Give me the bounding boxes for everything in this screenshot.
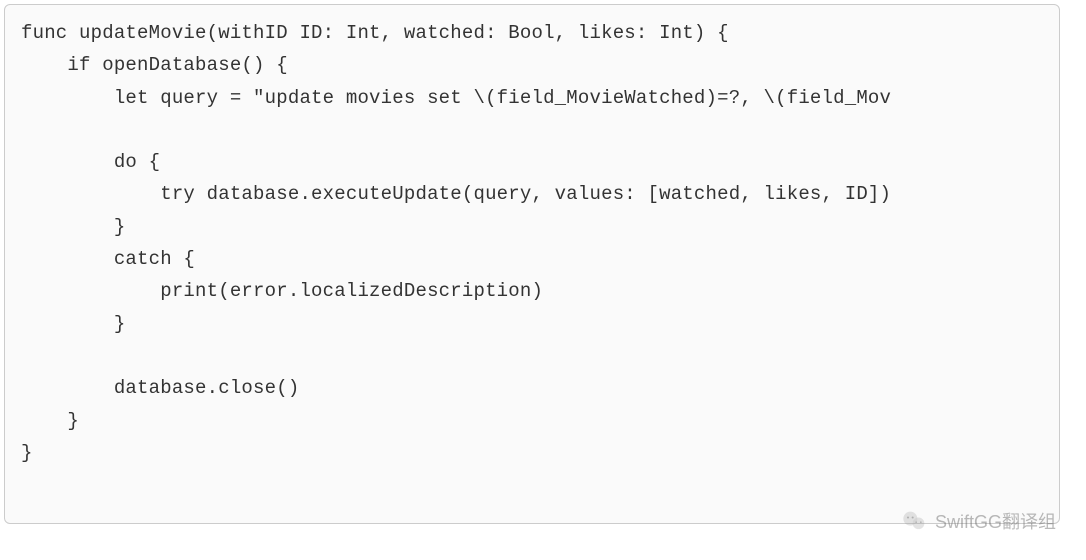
code-line: let query = "update movies set \(field_M…: [21, 87, 891, 109]
code-line: func updateMovie(withID ID: Int, watched…: [21, 22, 729, 44]
code-line: }: [21, 313, 125, 335]
code-content: func updateMovie(withID ID: Int, watched…: [21, 17, 1043, 469]
code-line: }: [21, 216, 125, 238]
code-line: if openDatabase() {: [21, 54, 288, 76]
code-line: database.close(): [21, 377, 299, 399]
watermark-text: SwiftGG翻译组: [935, 508, 1056, 534]
code-block-container: func updateMovie(withID ID: Int, watched…: [4, 4, 1060, 524]
code-line: try database.executeUpdate(query, values…: [21, 183, 891, 205]
code-line: do {: [21, 151, 160, 173]
code-line: catch {: [21, 248, 195, 270]
code-line: }: [21, 410, 79, 432]
wechat-icon: [901, 507, 929, 535]
watermark: SwiftGG翻译组: [901, 507, 1056, 535]
code-line: print(error.localizedDescription): [21, 280, 543, 302]
code-line: }: [21, 442, 33, 464]
